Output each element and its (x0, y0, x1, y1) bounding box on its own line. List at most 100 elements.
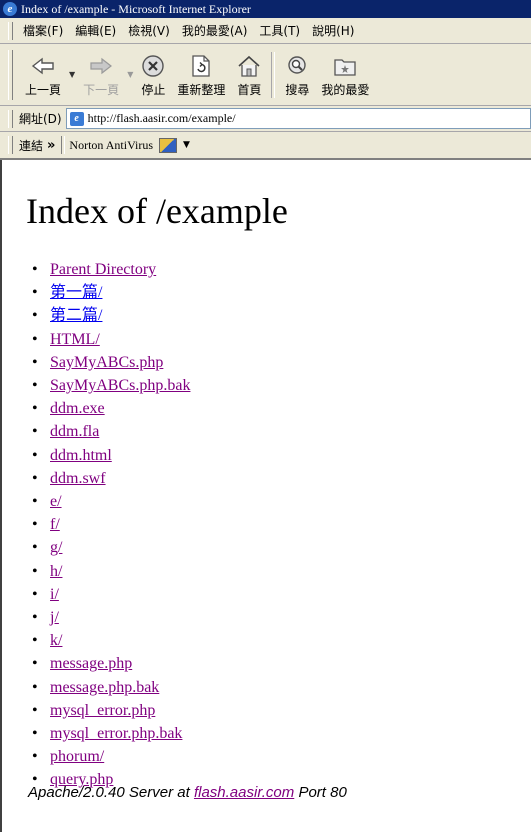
menu-help[interactable]: 說明(H) (308, 22, 362, 39)
toolbar-separator (271, 51, 276, 98)
list-item: message.php.bak (32, 676, 190, 699)
directory-entry-link[interactable]: mysql_error.php (50, 702, 155, 719)
address-url[interactable]: http://flash.aasir.com/example/ (88, 111, 236, 126)
list-item: 第一篇/ (32, 281, 190, 304)
stop-button[interactable]: 停止 (135, 48, 171, 102)
directory-entry-link[interactable]: mysql_error.php.bak (50, 725, 182, 742)
directory-entry-link[interactable]: f/ (50, 516, 60, 533)
list-item: f/ (32, 513, 190, 536)
directory-entry-link[interactable]: g/ (50, 539, 62, 556)
directory-entry-link[interactable]: j/ (50, 609, 59, 626)
linksbar-grip[interactable] (8, 136, 13, 154)
directory-entry-link[interactable]: e/ (50, 493, 62, 510)
directory-entry-link[interactable]: 第二篇/ (50, 307, 102, 324)
directory-entry-link[interactable]: message.php.bak (50, 679, 159, 696)
stop-label: 停止 (141, 82, 166, 97)
menu-bar: 檔案(F) 編輯(E) 檢視(V) 我的最愛(A) 工具(T) 說明(H) (0, 18, 531, 44)
list-item: ddm.swf (32, 467, 190, 490)
list-item: message.php (32, 652, 190, 675)
home-label: 首頁 (237, 82, 262, 97)
directory-entry-link[interactable]: SayMyABCs.php (50, 354, 163, 371)
directory-listing: Parent Directory 第一篇/第二篇/HTML/SayMyABCs.p… (28, 258, 191, 792)
links-label: 連結 (19, 138, 44, 153)
search-label: 搜尋 (285, 82, 310, 97)
list-item: ddm.fla (32, 420, 190, 443)
search-icon (285, 52, 309, 80)
directory-entry-link[interactable]: 第一篇/ (50, 284, 102, 301)
page-icon: e (69, 111, 84, 126)
forward-label: 下一頁 (83, 82, 120, 97)
toolbar-grip[interactable] (8, 49, 13, 100)
window-title: Index of /example - Microsoft Internet E… (21, 1, 251, 16)
list-item: 第二篇/ (32, 304, 190, 327)
list-item: ddm.html (32, 444, 190, 467)
list-item: Parent Directory (32, 258, 190, 281)
directory-entry-link[interactable]: ddm.html (50, 447, 112, 464)
refresh-icon (190, 52, 212, 80)
directory-entry-link[interactable]: ddm.swf (50, 470, 106, 487)
directory-entry-link[interactable]: SayMyABCs.php.bak (50, 377, 190, 394)
stop-icon (141, 52, 165, 80)
search-button[interactable]: 搜尋 (279, 48, 315, 102)
page-content: Index of /example Parent Directory 第一篇/第二… (0, 160, 531, 832)
home-icon (237, 52, 261, 80)
norton-dropdown-icon[interactable]: ▼ (183, 140, 190, 150)
home-button[interactable]: 首頁 (231, 48, 267, 102)
back-arrow-icon (30, 52, 56, 80)
list-item: HTML/ (32, 328, 190, 351)
refresh-label: 重新整理 (177, 82, 226, 97)
addressbar-grip[interactable] (8, 109, 13, 128)
directory-entry-link[interactable]: i/ (50, 586, 59, 603)
menubar-grip[interactable] (8, 21, 13, 40)
ie-logo-icon: e (3, 2, 17, 16)
footer-host-link[interactable]: flash.aasir.com (194, 784, 294, 801)
list-item: SayMyABCs.php (32, 351, 190, 374)
forward-button[interactable]: 下一頁 (77, 48, 125, 102)
back-button[interactable]: 上一頁 (19, 48, 67, 102)
favorites-label: 我的最愛 (321, 82, 370, 97)
menu-file[interactable]: 檔案(F) (19, 22, 71, 39)
list-item: j/ (32, 606, 190, 629)
menu-edit[interactable]: 編輯(E) (71, 22, 124, 39)
forward-arrow-icon (88, 52, 114, 80)
list-item: SayMyABCs.php.bak (32, 374, 191, 397)
list-item: k/ (32, 629, 190, 652)
list-item: mysql_error.php (32, 699, 190, 722)
footer-prefix: Apache/2.0.40 Server at (28, 784, 190, 801)
address-input[interactable]: e http://flash.aasir.com/example/ (65, 108, 531, 129)
back-dropdown-icon[interactable]: ▼ (69, 70, 75, 79)
directory-entry-link[interactable]: message.php (50, 655, 132, 672)
list-item: e/ (32, 490, 190, 513)
list-item: mysql_error.php.bak (32, 722, 190, 745)
list-item: ddm.exe (32, 397, 190, 420)
page-heading: Index of /example (26, 191, 288, 231)
list-item: h/ (32, 560, 190, 583)
directory-entry-link[interactable]: HTML/ (50, 331, 100, 348)
links-chevron-icon[interactable]: » (47, 138, 55, 153)
norton-shield-icon[interactable] (159, 137, 178, 153)
links-bar: 連結 » Norton AntiVirus ▼ (0, 132, 531, 160)
refresh-button[interactable]: 重新整理 (171, 48, 231, 102)
directory-entry-link[interactable]: ddm.fla (50, 423, 99, 440)
links-separator (61, 136, 66, 154)
forward-dropdown-icon[interactable]: ▼ (127, 70, 133, 79)
favorites-icon (333, 52, 357, 80)
directory-entry-link[interactable]: k/ (50, 632, 62, 649)
directory-entry-link[interactable]: ddm.exe (50, 400, 105, 417)
directory-entry-link[interactable]: phorum/ (50, 748, 104, 765)
norton-antivirus-label[interactable]: Norton AntiVirus (69, 138, 153, 153)
address-label: 網址(D) (19, 112, 62, 126)
menu-favorites[interactable]: 我的最愛(A) (178, 22, 256, 39)
list-item: g/ (32, 536, 190, 559)
menu-view[interactable]: 檢視(V) (124, 22, 178, 39)
favorites-button[interactable]: 我的最愛 (315, 48, 375, 102)
directory-entry-link[interactable]: Parent Directory (50, 261, 156, 278)
standard-toolbar: 上一頁 ▼ 下一頁 ▼ 停止 重新整理 首頁 搜尋 我的最愛 (0, 44, 531, 106)
directory-entry-link[interactable]: h/ (50, 563, 62, 580)
back-label: 上一頁 (25, 82, 62, 97)
server-signature: Apache/2.0.40 Server at flash.aasir.com … (28, 784, 347, 801)
list-item: phorum/ (32, 745, 190, 768)
footer-suffix: Port 80 (298, 784, 347, 801)
menu-tools[interactable]: 工具(T) (255, 22, 308, 39)
address-bar: 網址(D) e http://flash.aasir.com/example/ (0, 106, 531, 132)
